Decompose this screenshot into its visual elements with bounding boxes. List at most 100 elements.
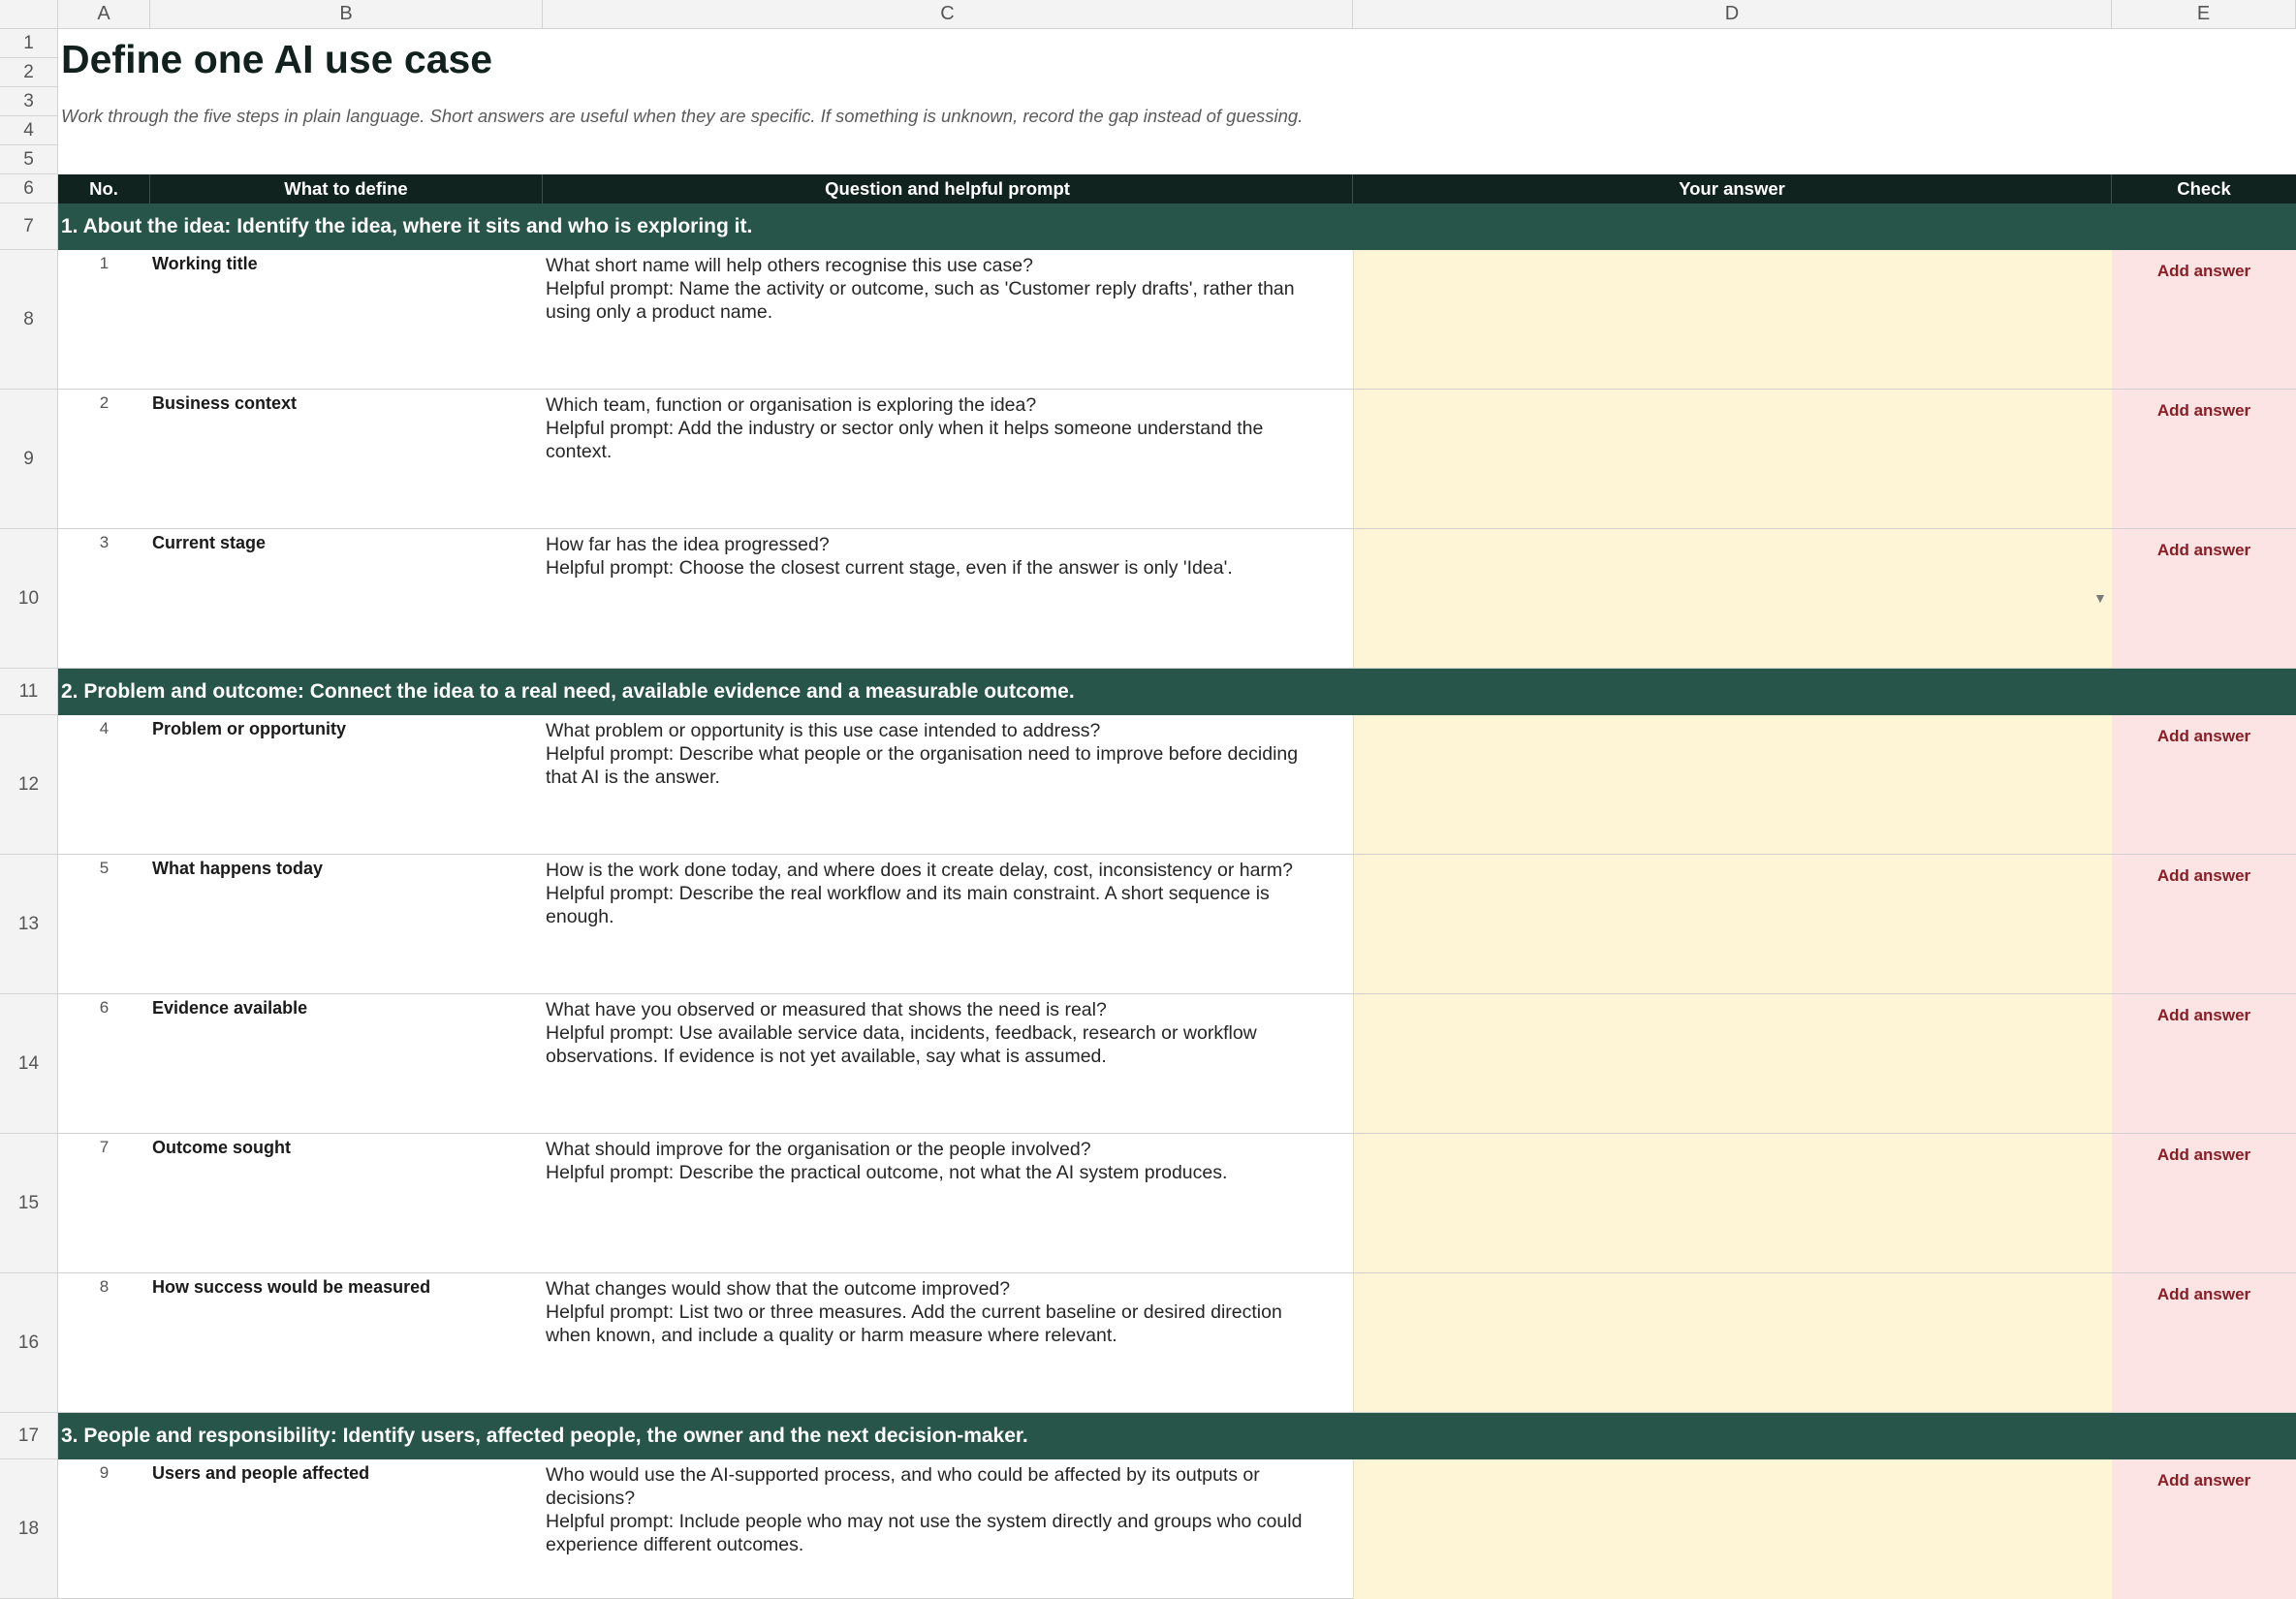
- instructions-text[interactable]: Work through the five steps in plain lan…: [61, 106, 1303, 127]
- check-cell: Add answer: [2112, 529, 2296, 668]
- row-header-2[interactable]: 2: [0, 58, 58, 87]
- item-label[interactable]: How success would be measured: [152, 1277, 430, 1298]
- item-label[interactable]: Problem or opportunity: [152, 719, 346, 739]
- spreadsheet: A B C D E 1 2 3 4 5 6 7 8 9 10 11 12 13 …: [0, 0, 2296, 1599]
- section-header-2[interactable]: 2. Problem and outcome: Connect the idea…: [58, 669, 2296, 715]
- row-header-6[interactable]: 6: [0, 174, 58, 204]
- item-number[interactable]: 2: [58, 393, 150, 413]
- row-header-14[interactable]: 14: [0, 994, 58, 1134]
- row-header-12[interactable]: 12: [0, 715, 58, 855]
- question-cell[interactable]: How is the work done today, and where do…: [546, 859, 1329, 928]
- question-cell[interactable]: What should improve for the organisation…: [546, 1138, 1329, 1184]
- column-header-a[interactable]: A: [58, 0, 150, 29]
- helpful-prompt: Helpful prompt: Describe what people or …: [546, 743, 1299, 788]
- answer-input[interactable]: [1353, 855, 2112, 993]
- check-status: Add answer: [2156, 401, 2251, 420]
- column-header-d[interactable]: D: [1353, 0, 2112, 29]
- item-label[interactable]: Current stage: [152, 533, 266, 553]
- answer-input[interactable]: [1353, 390, 2112, 528]
- row-header-1[interactable]: 1: [0, 29, 58, 58]
- row-header-18[interactable]: 18: [0, 1459, 58, 1599]
- column-header-b[interactable]: B: [150, 0, 543, 29]
- answer-input[interactable]: [1353, 715, 2112, 854]
- row-header-13[interactable]: 13: [0, 855, 58, 994]
- question-cell[interactable]: What short name will help others recogni…: [546, 254, 1329, 324]
- helpful-prompt: Helpful prompt: Describe the practical o…: [546, 1162, 1228, 1183]
- answer-input[interactable]: [1353, 1459, 2112, 1599]
- helpful-prompt: Helpful prompt: Include people who may n…: [546, 1511, 1303, 1555]
- row-header-3[interactable]: 3: [0, 87, 58, 116]
- row-header-4[interactable]: 4: [0, 116, 58, 145]
- check-status: Add answer: [2156, 866, 2251, 885]
- page-title[interactable]: Define one AI use case: [61, 37, 492, 82]
- helpful-prompt: Helpful prompt: Describe the real workfl…: [546, 883, 1270, 927]
- header-your-answer[interactable]: Your answer: [1353, 174, 2112, 204]
- row-header-7[interactable]: 7: [0, 204, 58, 250]
- header-no[interactable]: No.: [58, 174, 150, 204]
- column-header-e[interactable]: E: [2112, 0, 2296, 29]
- row-header-8[interactable]: 8: [0, 250, 58, 390]
- item-label[interactable]: Evidence available: [152, 998, 307, 1019]
- check-cell: Add answer: [2112, 855, 2296, 993]
- row-header-16[interactable]: 16: [0, 1273, 58, 1413]
- row-header-5[interactable]: 5: [0, 145, 58, 174]
- select-all-corner[interactable]: [0, 0, 58, 29]
- helpful-prompt: Helpful prompt: Choose the closest curre…: [546, 557, 1233, 579]
- check-cell: Add answer: [2112, 250, 2296, 389]
- item-label[interactable]: Outcome sought: [152, 1138, 291, 1158]
- stage-dropdown[interactable]: [1353, 529, 2112, 668]
- question-cell[interactable]: Who would use the AI-supported process, …: [546, 1463, 1329, 1556]
- item-number[interactable]: 5: [58, 859, 150, 878]
- row-header-15[interactable]: 15: [0, 1134, 58, 1273]
- item-number[interactable]: 8: [58, 1277, 150, 1297]
- check-cell: Add answer: [2112, 715, 2296, 854]
- header-check[interactable]: Check: [2112, 174, 2296, 204]
- header-what-to-define[interactable]: What to define: [150, 174, 543, 204]
- helpful-prompt: Helpful prompt: Name the activity or out…: [546, 278, 1295, 323]
- section-header-3[interactable]: 3. People and responsibility: Identify u…: [58, 1413, 2296, 1459]
- question-cell[interactable]: What changes would show that the outcome…: [546, 1277, 1329, 1347]
- helpful-prompt: Helpful prompt: Add the industry or sect…: [546, 418, 1264, 462]
- answer-input[interactable]: [1353, 1134, 2112, 1272]
- item-label[interactable]: Working title: [152, 254, 258, 274]
- item-label[interactable]: What happens today: [152, 859, 323, 879]
- item-number[interactable]: 3: [58, 533, 150, 552]
- question-text: How is the work done today, and where do…: [546, 860, 1294, 881]
- question-cell[interactable]: Which team, function or organisation is …: [546, 393, 1329, 463]
- row-header-17[interactable]: 17: [0, 1413, 58, 1459]
- question-text: What short name will help others recogni…: [546, 255, 1033, 276]
- check-cell: Add answer: [2112, 390, 2296, 528]
- answer-input[interactable]: [1353, 1273, 2112, 1412]
- section-header-1[interactable]: 1. About the idea: Identify the idea, wh…: [58, 204, 2296, 250]
- item-number[interactable]: 6: [58, 998, 150, 1018]
- answer-input[interactable]: [1353, 994, 2112, 1133]
- question-cell[interactable]: What problem or opportunity is this use …: [546, 719, 1329, 789]
- helpful-prompt: Helpful prompt: List two or three measur…: [546, 1301, 1282, 1346]
- row-header-11[interactable]: 11: [0, 669, 58, 715]
- item-number[interactable]: 1: [58, 254, 150, 273]
- question-text: Who would use the AI-supported process, …: [546, 1464, 1260, 1509]
- row-header-10[interactable]: 10: [0, 529, 58, 669]
- question-text: What changes would show that the outcome…: [546, 1278, 1011, 1300]
- column-header-c[interactable]: C: [543, 0, 1353, 29]
- check-status: Add answer: [2156, 1471, 2251, 1489]
- check-status: Add answer: [2156, 1145, 2251, 1164]
- question-cell[interactable]: What have you observed or measured that …: [546, 998, 1329, 1068]
- answer-input[interactable]: [1353, 250, 2112, 389]
- question-cell[interactable]: How far has the idea progressed? Helpful…: [546, 533, 1329, 580]
- check-cell: Add answer: [2112, 1134, 2296, 1272]
- item-number[interactable]: 4: [58, 719, 150, 738]
- check-status: Add answer: [2156, 1285, 2251, 1303]
- chevron-down-icon[interactable]: ▼: [2093, 590, 2107, 606]
- item-number[interactable]: 7: [58, 1138, 150, 1157]
- header-question[interactable]: Question and helpful prompt: [543, 174, 1353, 204]
- item-label[interactable]: Business context: [152, 393, 297, 414]
- question-text: What problem or opportunity is this use …: [546, 720, 1101, 741]
- item-number[interactable]: 9: [58, 1463, 150, 1483]
- question-text: What have you observed or measured that …: [546, 999, 1107, 1020]
- check-status: Add answer: [2156, 1006, 2251, 1024]
- row-header-9[interactable]: 9: [0, 390, 58, 529]
- check-cell: Add answer: [2112, 994, 2296, 1133]
- item-label[interactable]: Users and people affected: [152, 1463, 369, 1484]
- check-status: Add answer: [2156, 541, 2251, 559]
